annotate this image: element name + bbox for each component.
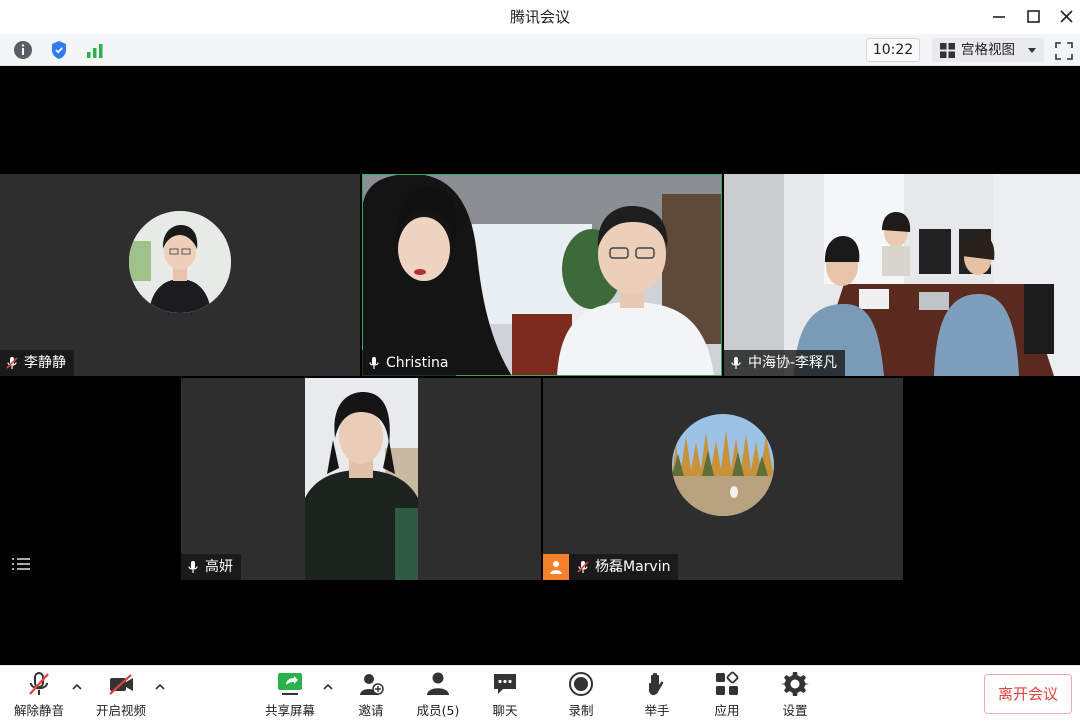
chat-icon [494, 674, 516, 694]
unmute-button[interactable]: 解除静音 [10, 670, 68, 720]
mic-icon [731, 357, 741, 369]
apps-icon [716, 671, 739, 695]
chat-button[interactable]: 聊天 [482, 670, 528, 720]
list-icon[interactable] [12, 555, 30, 573]
video-off-icon [109, 674, 133, 695]
view-mode-label: 宫格视图 [961, 42, 1015, 58]
participant-tile[interactable]: 高妍 [181, 378, 541, 580]
window-title: 腾讯会议 [509, 8, 570, 26]
chevron-up-icon[interactable] [71, 682, 83, 692]
hand-icon [649, 672, 664, 695]
maximize-icon[interactable] [1022, 7, 1044, 27]
mic-icon [369, 357, 379, 369]
start-video-button[interactable]: 开启视频 [92, 670, 150, 720]
participant-name-tag: 中海协-李释凡 [724, 350, 846, 376]
participant-name: 高妍 [205, 559, 233, 575]
info-icon[interactable] [12, 39, 34, 61]
participant-tile[interactable]: 中海协-李释凡 [724, 174, 1080, 376]
grid-view-icon [940, 43, 955, 58]
mic-muted-icon [29, 672, 49, 695]
apps-button[interactable]: 应用 [704, 670, 750, 720]
shield-icon[interactable] [48, 39, 70, 61]
close-icon[interactable] [1056, 7, 1078, 27]
add-user-icon [360, 674, 384, 695]
members-button[interactable]: 成员(5) [412, 670, 464, 720]
share-screen-icon [278, 673, 302, 695]
settings-button[interactable]: 设置 [772, 670, 818, 720]
meeting-toolbar: 解除静音 开启视频 共享屏幕 邀请 成员(5) 聊天 录制 举手 应用 设置 离… [0, 665, 1080, 722]
apps-label: 应用 [714, 703, 740, 718]
start-video-label: 开启视频 [95, 703, 146, 718]
fullscreen-icon[interactable] [1054, 41, 1074, 61]
members-label: 成员(5) [416, 703, 460, 718]
unmute-label: 解除静音 [13, 703, 64, 718]
mic-muted-icon [577, 561, 589, 573]
share-screen-label: 共享屏幕 [264, 703, 315, 718]
record-icon [569, 672, 593, 696]
mic-icon [188, 561, 198, 573]
participant-tile[interactable]: Christina [362, 174, 722, 376]
participant-name-tag: 杨磊Marvin [543, 554, 679, 580]
share-screen-button[interactable]: 共享屏幕 [262, 670, 318, 720]
members-icon [427, 672, 449, 695]
chevron-up-icon[interactable] [154, 682, 166, 692]
video-feed [724, 174, 1080, 376]
gear-icon [781, 672, 809, 696]
participant-name: 李静静 [24, 355, 66, 371]
raise-hand-label: 举手 [644, 703, 670, 718]
record-button[interactable]: 录制 [558, 670, 604, 720]
chevron-down-icon [1028, 48, 1036, 53]
participant-name-tag: Christina [362, 350, 457, 376]
info-bar: 10:22 宫格视图 [0, 34, 1080, 66]
video-feed [305, 378, 418, 580]
avatar [672, 414, 774, 516]
chat-label: 聊天 [492, 703, 518, 718]
settings-label: 设置 [782, 703, 808, 718]
leave-meeting-button[interactable]: 离开会议 [984, 674, 1072, 714]
video-feed [362, 174, 722, 376]
mic-muted-icon [6, 357, 18, 369]
raise-hand-button[interactable]: 举手 [634, 670, 680, 720]
participant-tile[interactable]: 李静静 [0, 174, 360, 376]
participant-name: 中海协-李释凡 [748, 355, 838, 371]
participant-name: 杨磊Marvin [595, 559, 671, 575]
invite-label: 邀请 [358, 703, 384, 718]
participant-name: Christina [386, 355, 449, 371]
user-avatar-icon [543, 554, 569, 580]
video-grid: 李静静 Christina 中海协-李释凡 高妍 杨磊Marvin [0, 67, 1080, 665]
meeting-clock: 10:22 [866, 38, 920, 62]
avatar [129, 211, 231, 313]
participant-tile[interactable]: 杨磊Marvin [543, 378, 903, 580]
chevron-up-icon[interactable] [322, 682, 334, 692]
invite-button[interactable]: 邀请 [346, 670, 396, 720]
participant-name-tag: 高妍 [181, 554, 241, 580]
signal-icon[interactable] [84, 39, 106, 61]
participant-name-tag: 李静静 [0, 350, 74, 376]
title-bar: 腾讯会议 [0, 0, 1080, 34]
record-label: 录制 [568, 703, 594, 718]
minimize-icon[interactable] [988, 7, 1010, 27]
view-mode-button[interactable]: 宫格视图 [932, 38, 1044, 62]
